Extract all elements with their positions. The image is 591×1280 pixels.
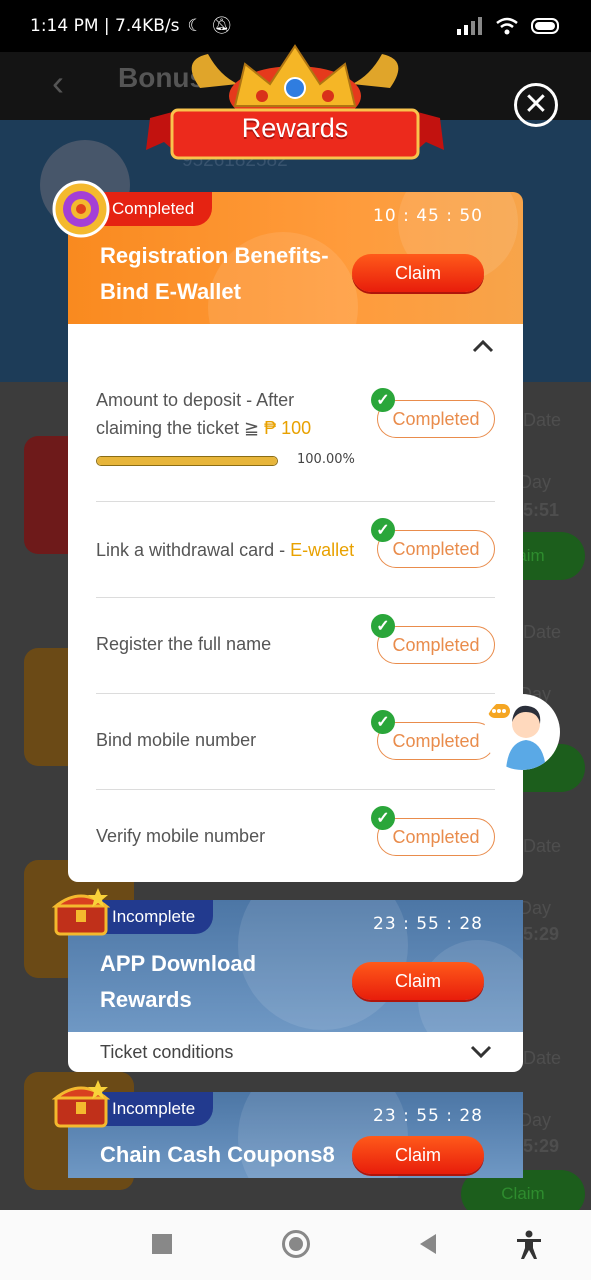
bell-off-icon: 🔕︎ [210,16,233,36]
card-title-line: Registration Benefits- [100,243,329,268]
task-row: Register the full name Completed ✓ [96,598,495,694]
ticket-conditions-toggle[interactable]: Ticket conditions [68,1032,523,1072]
task-text: Amount to deposit - After claiming the t… [96,386,311,442]
time-label: 5:51 [522,500,559,520]
back-triangle-icon[interactable] [418,1233,438,1255]
claim-button[interactable]: Claim [352,254,484,292]
ticket-conditions-label: Ticket conditions [100,1042,234,1062]
completed-button[interactable]: Completed [377,626,495,664]
task-line: Link a withdrawal card - [96,540,291,560]
completed-button[interactable]: Completed [377,818,495,856]
task-line: Amount to deposit - After [96,390,295,410]
task-text: Register the full name [96,634,272,654]
card-title-line: APP Download [100,951,257,976]
back-icon[interactable]: ‹ [52,62,64,104]
claim-button[interactable]: Claim [352,1136,484,1174]
countdown-timer: 23 : 55 : 28 [373,914,483,934]
check-icon: ✓ [371,518,395,542]
check-icon: ✓ [371,388,395,412]
time-label: 5:29 [522,1136,559,1156]
time-label: 5:29 [522,924,559,944]
task-row: Verify mobile number Completed ✓ [96,790,495,882]
crown-icon [146,44,444,160]
task-highlight: E-wallet [290,540,355,560]
task-text: Bind mobile number [96,730,257,750]
task-line: claiming the ticket ≧ ₱ 100 [96,414,311,442]
card-title-line: Rewards [100,987,192,1012]
reward-card-chain-cash: Incomplete 23 : 55 : 28 Chain Cash Coupo… [68,1092,523,1178]
home-button[interactable] [282,1230,310,1258]
card-title: Registration Benefits- Bind E-Wallet [100,238,350,310]
deposit-amount: ₱ 100 [264,418,312,438]
chevron-down-icon [470,1045,492,1059]
medal-icon [52,180,110,238]
card-header: Completed 10 : 45 : 50 Registration Bene… [68,192,523,324]
navigation-bar [0,1210,591,1280]
treasure-chest-icon [52,888,110,936]
home-icon [289,1237,303,1251]
task-row: Amount to deposit - After claiming the t… [96,370,495,502]
day-label: Day [518,1110,551,1130]
date-label: Date [522,1048,561,1068]
check-icon: ✓ [371,806,395,830]
moon-icon: ☾ [187,16,203,36]
recent-apps-button[interactable] [152,1234,172,1254]
card-title-line: Bind E-Wallet [100,279,241,304]
progress-fill [97,457,277,465]
date-label: Date [522,622,561,642]
status-time: 1:14 PM | 7.4KB/s [30,16,180,36]
task-line-2: claiming the ticket ≧ [96,418,265,438]
wifi-icon [496,17,518,35]
task-list: Amount to deposit - After claiming the t… [68,324,523,882]
date-label: Date [522,410,561,430]
check-icon: ✓ [371,710,395,734]
countdown-timer: 23 : 55 : 28 [373,1106,483,1126]
close-icon: ✕ [523,88,549,121]
chevron-up-icon[interactable] [471,338,495,354]
battery-icon [531,18,559,34]
reward-card-app-download: Incomplete 23 : 55 : 28 APP Download Rew… [68,900,523,1072]
day-label: Day [518,472,551,492]
treasure-chest-icon [52,1080,110,1128]
claim-button[interactable]: Claim [352,962,484,1000]
completed-button[interactable]: Completed [377,530,495,568]
support-agent-icon [488,704,546,770]
completed-button[interactable]: Completed [377,400,495,438]
card-header: Incomplete 23 : 55 : 28 APP Download Rew… [68,900,523,1032]
close-button[interactable]: ✕ [514,83,558,127]
customer-support-button[interactable] [484,694,560,770]
day-label: Day [518,898,551,918]
reward-card-registration: Completed 10 : 45 : 50 Registration Bene… [68,192,523,882]
task-text: Link a withdrawal card - E-wallet [96,536,354,564]
check-icon: ✓ [371,614,395,638]
countdown-timer: 10 : 45 : 50 [373,206,483,226]
card-title: APP Download Rewards [100,946,350,1018]
date-label: Date [522,836,561,856]
progress-percentage: 100.00% [297,452,355,467]
card-header: Incomplete 23 : 55 : 28 Chain Cash Coupo… [68,1092,523,1178]
task-row: Bind mobile number Completed ✓ [96,694,495,790]
signal-icon [457,17,482,35]
accessibility-icon[interactable] [515,1230,543,1260]
task-text: Verify mobile number [96,826,266,846]
completed-button[interactable]: Completed [377,722,495,760]
card-title: Chain Cash Coupons8 [100,1142,335,1167]
modal-title: Rewards [241,113,349,143]
task-row: Link a withdrawal card - E-wallet Comple… [96,502,495,598]
progress-bar [96,456,278,466]
